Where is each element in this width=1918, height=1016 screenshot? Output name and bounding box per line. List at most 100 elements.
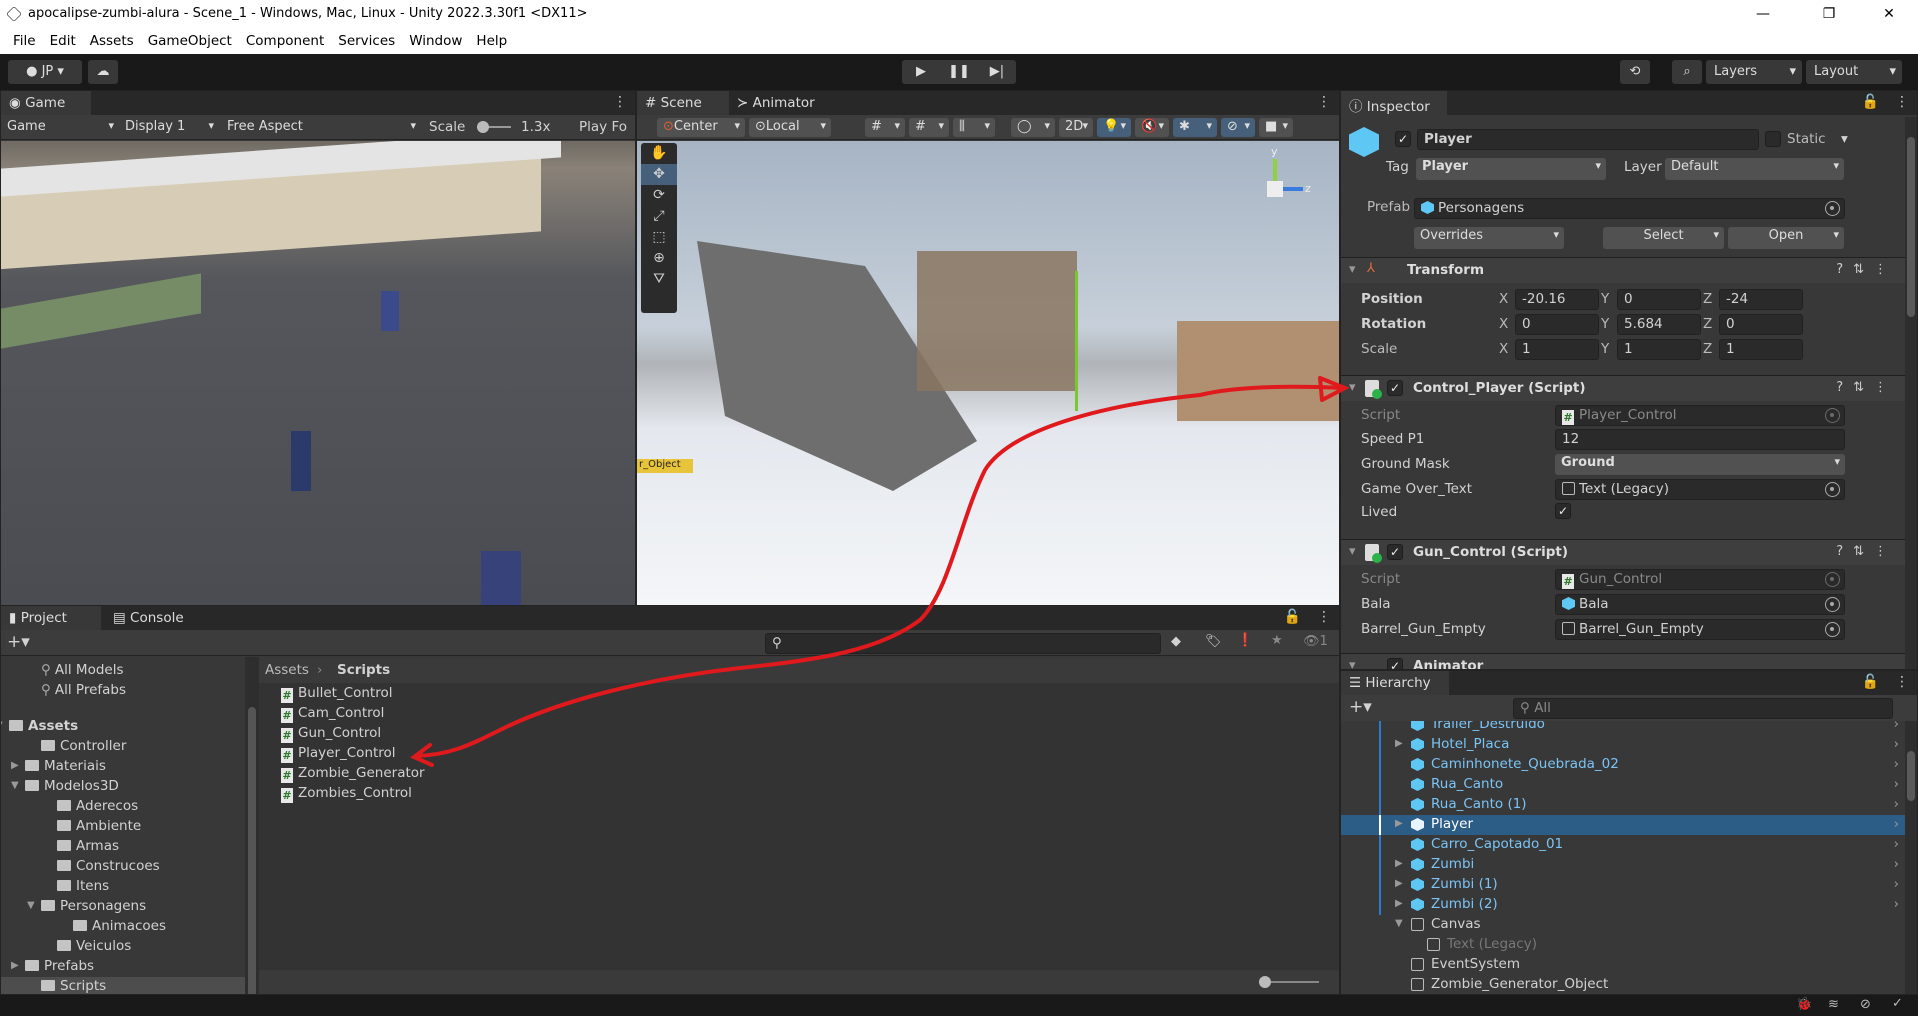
open-prefab-chevron-icon[interactable]: › [1894, 721, 1899, 732]
menu-assets[interactable]: Assets [83, 28, 141, 54]
search-by-type-icon[interactable]: ◆ [1171, 634, 1181, 649]
expand-arrow-icon[interactable]: ▶ [1395, 878, 1407, 889]
gizmo-y-axis[interactable] [1273, 159, 1277, 181]
cache-icon[interactable]: ≋ [1828, 997, 1839, 1012]
gizmo-z-axis[interactable] [1283, 187, 1303, 191]
hierarchy-item[interactable]: ▼ Canvas [1341, 915, 1905, 935]
shading-dropdown[interactable]: ◯ [1011, 118, 1055, 137]
step-button[interactable]: ▶| [978, 60, 1016, 84]
tab-game[interactable]: ◉ Game [1, 91, 91, 115]
speed-input[interactable]: 12 [1555, 429, 1845, 450]
folder-tree-item[interactable]: Itens [1, 877, 245, 897]
component-enabled-checkbox[interactable]: ✓ [1387, 544, 1403, 560]
history-button[interactable]: ⟲ [1620, 60, 1650, 84]
gameobject-cube-icon[interactable] [1349, 127, 1379, 157]
aspect-dropdown[interactable]: Free Aspect [221, 118, 421, 137]
scale-tool-icon[interactable]: ⤢ [641, 206, 677, 227]
move-gizmo-y[interactable] [1075, 271, 1078, 411]
rotation-x-axis-label[interactable]: X [1499, 316, 1508, 332]
active-checkbox[interactable]: ✓ [1395, 131, 1411, 147]
search-button[interactable]: ⌕ [1672, 60, 1702, 84]
auto-generate-lighting-icon[interactable]: ⊘ [1860, 997, 1871, 1012]
tab-animator[interactable]: ≻ Animator [729, 91, 823, 115]
foldout-arrow-icon[interactable]: ▾ [1349, 380, 1356, 395]
position-y-axis-label[interactable]: Y [1601, 291, 1609, 307]
rotation-y-axis-label[interactable]: Y [1601, 316, 1609, 332]
position-x-axis-label[interactable]: X [1499, 291, 1508, 307]
script-file[interactable]: # Zombies_Control [281, 785, 581, 805]
menu-help[interactable]: Help [469, 28, 514, 54]
menu-window[interactable]: Window [402, 28, 469, 54]
scale-slider-thumb[interactable] [477, 121, 489, 133]
custom-tool-icon[interactable]: ⛛ [641, 269, 677, 290]
hierarchy-item[interactable]: EventSystem [1341, 955, 1905, 975]
layers-dropdown[interactable]: Layers ▾ [1706, 60, 1802, 84]
expand-arrow-icon[interactable]: ▼ [1395, 918, 1407, 929]
component-enabled-checkbox[interactable]: ✓ [1387, 380, 1403, 396]
ground-mask-dropdown[interactable]: Ground [1555, 454, 1845, 475]
2d-toggle[interactable]: 2D [1059, 118, 1093, 137]
hierarchy-item[interactable]: ▶ Hotel_Placa › [1341, 735, 1905, 755]
folder-tree-item[interactable]: ⚲ All Models [1, 661, 245, 681]
object-picker-icon[interactable] [1825, 201, 1840, 216]
script-file[interactable]: # Cam_Control [281, 705, 581, 725]
expand-arrow-icon[interactable]: ▼ [1, 720, 7, 731]
open-prefab-chevron-icon[interactable]: › [1894, 796, 1899, 812]
hierarchy-item[interactable]: ▶ Zumbi (1) › [1341, 875, 1905, 895]
open-prefab-chevron-icon[interactable]: › [1894, 756, 1899, 772]
gun-control-header[interactable]: ▾ ✓ Gun_Control (Script) ?⇅⋮ [1341, 539, 1905, 565]
folder-tree-scrollbar[interactable] [245, 657, 259, 994]
script-file[interactable]: # Player_Control [281, 745, 581, 765]
expand-arrow-icon[interactable]: ▼ [11, 780, 23, 791]
create-dropdown[interactable]: +▾ [7, 632, 30, 652]
position-x-input[interactable]: -20.16 [1515, 289, 1599, 310]
folder-tree-item[interactable]: Controller [1, 737, 245, 757]
more-icon[interactable]: ⋮ [1317, 609, 1331, 625]
breadcrumb-scripts[interactable]: Scripts [337, 662, 390, 678]
hierarchy-item[interactable]: Caminhonete_Quebrada_02 › [1341, 755, 1905, 775]
maximize-button[interactable]: ❐ [1806, 2, 1852, 26]
layout-dropdown[interactable]: Layout ▾ [1806, 60, 1902, 84]
position-z-input[interactable]: -24 [1719, 289, 1803, 310]
pause-button[interactable]: ❚❚ [940, 60, 978, 84]
debug-icon[interactable]: 🐞 [1796, 997, 1812, 1012]
gizmo-center[interactable] [1267, 181, 1283, 197]
play-button[interactable]: ▶ [902, 60, 940, 84]
hierarchy-item[interactable]: ▶ Zumbi › [1341, 855, 1905, 875]
scale-y-axis-label[interactable]: Y [1601, 341, 1609, 357]
minimize-button[interactable]: — [1740, 2, 1786, 26]
hidden-packages-icon[interactable]: 👁1 [1303, 634, 1328, 649]
control-player-header[interactable]: ▾ ✓ Control_Player (Script) ?⇅⋮ [1341, 375, 1905, 401]
component-icons[interactable]: ?⇅⋮ [1836, 544, 1897, 559]
lock-icon[interactable]: 🔓 [1284, 609, 1301, 625]
move-tool-icon[interactable]: ✥ [641, 164, 677, 185]
static-dropdown[interactable]: ▾ [1841, 131, 1848, 147]
component-enabled-checkbox[interactable]: ✓ [1387, 658, 1403, 669]
add-dropdown[interactable]: +▾ [1349, 697, 1372, 717]
account-dropdown[interactable]: ● JP ▾ [8, 60, 82, 84]
scale-x-axis-label[interactable]: X [1499, 341, 1508, 357]
tag-dropdown[interactable]: Player [1416, 158, 1606, 180]
open-prefab-chevron-icon[interactable]: › [1894, 876, 1899, 892]
hierarchy-item[interactable]: Rua_Canto › [1341, 775, 1905, 795]
object-picker-icon[interactable] [1825, 597, 1840, 612]
rotation-x-input[interactable]: 0 [1515, 314, 1599, 335]
expand-arrow-icon[interactable]: ▶ [1395, 818, 1407, 829]
breadcrumb-assets[interactable]: Assets [265, 662, 309, 678]
open-prefab-chevron-icon[interactable]: › [1894, 776, 1899, 792]
hierarchy-item[interactable]: ▶ Zumbi (2) › [1341, 895, 1905, 915]
menu-file[interactable]: File [6, 28, 43, 54]
folder-tree-item[interactable]: ▶ Prefabs [1, 957, 245, 977]
object-name-input[interactable]: Player [1417, 129, 1759, 150]
open-prefab-chevron-icon[interactable]: › [1894, 896, 1899, 912]
menu-component[interactable]: Component [239, 28, 331, 54]
hierarchy-item[interactable]: ▶ Player › [1341, 815, 1905, 835]
folder-tree-item[interactable]: ▼ Modelos3D [1, 777, 245, 797]
expand-arrow-icon[interactable]: ▶ [11, 760, 23, 771]
orientation-gizmo[interactable]: y z [1237, 145, 1317, 231]
inspector-scrollbar[interactable] [1905, 117, 1917, 669]
ruler-button[interactable]: ⫼ [953, 118, 995, 137]
more-icon[interactable]: ⋮ [1895, 94, 1909, 110]
grid-snap-button[interactable]: # [865, 118, 905, 137]
audio-toggle[interactable]: 🔇 [1135, 118, 1169, 137]
